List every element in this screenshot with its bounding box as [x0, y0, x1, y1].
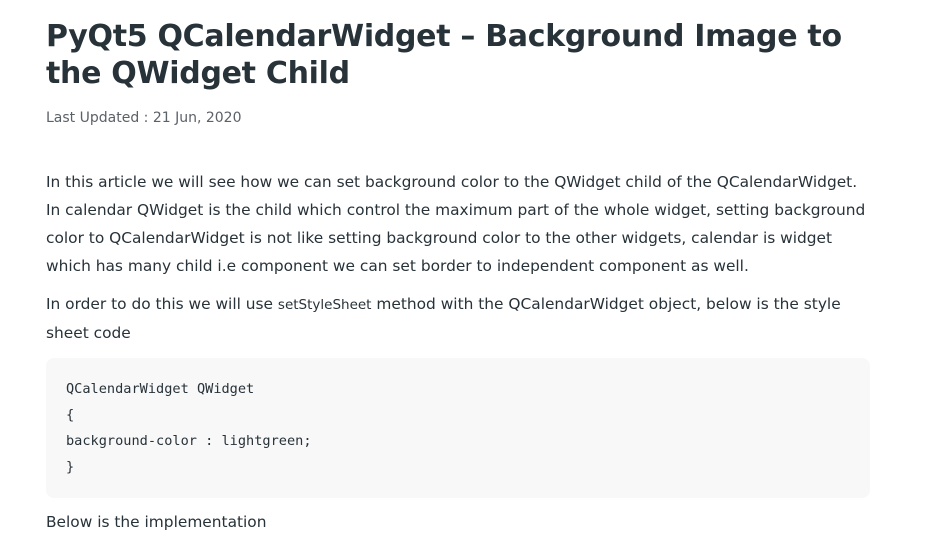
- code-line: }: [66, 459, 75, 475]
- article-title: PyQt5 QCalendarWidget – Background Image…: [46, 19, 842, 91]
- last-updated: Last Updated : 21 Jun, 2020: [46, 110, 872, 126]
- code-block: QCalendarWidget QWidget { background-col…: [46, 358, 870, 498]
- method-paragraph-text-before: In order to do this we will use: [46, 295, 278, 313]
- inline-code-setstylesheet: setStyleSheet: [277, 297, 372, 313]
- intro-paragraph: In this article we will see how we can s…: [46, 173, 866, 275]
- article: PyQt5 QCalendarWidget – Background Image…: [46, 18, 872, 536]
- last-updated-label: Last Updated :: [46, 110, 153, 126]
- code-line: QCalendarWidget QWidget: [66, 381, 255, 397]
- code-line: background-color : lightgreen;: [66, 433, 312, 449]
- code-line: {: [66, 407, 75, 423]
- method-paragraph: In order to do this we will use setStyle…: [46, 290, 872, 347]
- implementation-paragraph: Below is the implementation: [46, 513, 267, 531]
- last-updated-date: 21 Jun, 2020: [152, 110, 242, 126]
